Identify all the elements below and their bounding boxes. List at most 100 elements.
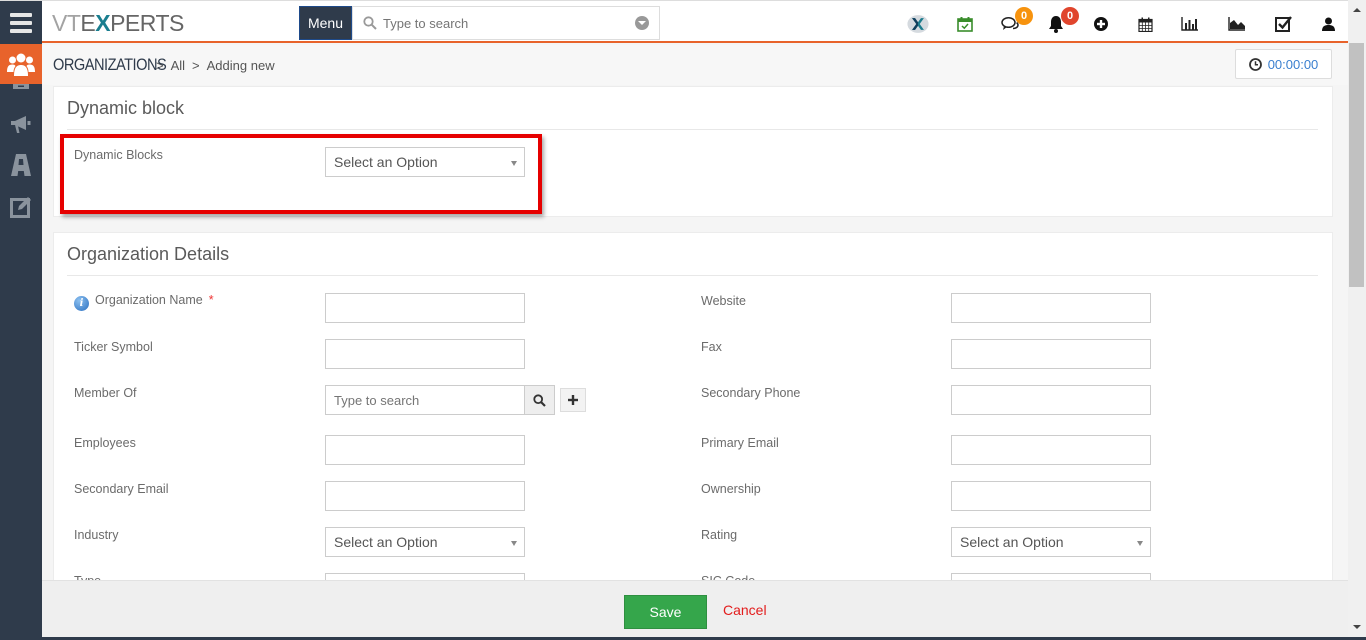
global-search-input[interactable] [383,15,635,31]
member-of-input[interactable] [325,385,525,415]
industry-select-value: Select an Option [334,534,438,550]
plus-circle-icon[interactable] [1090,13,1112,35]
website-label: Website [701,294,746,308]
search-icon [533,393,546,407]
inbox-icon [13,84,29,89]
sidebar-item-documents[interactable] [0,187,42,227]
calendar-check-icon[interactable] [954,13,976,35]
search-options-dropdown-icon[interactable] [635,16,649,30]
organization-name-label: i Organization Name * [74,293,214,311]
dynamic-block-panel: Dynamic block Dynamic Blocks Select an O… [53,86,1333,217]
primary-email-label: Primary Email [701,436,779,450]
secondary-email-label: Secondary Email [74,482,169,496]
user-icon[interactable] [1317,13,1339,35]
ownership-input[interactable] [951,481,1151,511]
chat-icon[interactable]: 0 [999,7,1033,35]
member-of-search-button[interactable] [524,385,555,415]
dynamic-block-title: Dynamic block [67,98,185,118]
organization-name-label-text: Organization Name [95,293,203,307]
breadcrumb-module-link[interactable]: ORGANIZATIONS [53,55,167,75]
cancel-link[interactable]: Cancel [723,602,767,618]
hamburger-icon-bar [10,12,32,17]
required-marker: * [208,293,214,307]
form-footer: Save Cancel [42,580,1348,640]
chat-count-badge: 0 [1015,7,1033,25]
area-chart-icon[interactable] [1226,13,1248,35]
logo-text-part: E [80,10,96,36]
sidebar-item-campaigns[interactable] [0,104,42,144]
save-button[interactable]: Save [624,595,707,629]
breadcrumb: ORGANIZATIONS > All > Adding new [53,55,275,75]
global-search-box[interactable] [352,6,660,40]
organization-name-input[interactable] [325,293,525,323]
industry-select[interactable]: Select an Option [325,527,525,557]
dynamic-blocks-select-value: Select an Option [334,154,438,170]
employees-input[interactable] [325,435,525,465]
timer-value: 00:00:00 [1267,56,1319,72]
rating-label: Rating [701,528,738,542]
ticker-symbol-label: Ticker Symbol [74,340,153,354]
scrollbar-thumb[interactable] [1349,43,1364,287]
secondary-phone-label: Secondary Phone [701,386,801,400]
checkbox-icon[interactable] [1273,13,1295,35]
vtexperts-x-icon[interactable] [907,13,929,35]
member-of-label: Member Of [74,386,137,400]
organization-details-title: Organization Details [67,244,230,264]
road-icon [11,154,31,176]
users-icon [7,53,35,76]
plus-icon [568,395,578,405]
fax-input[interactable] [951,339,1151,369]
logo-text-part: PERTS [110,10,184,36]
timer-button[interactable]: 00:00:00 [1235,49,1332,79]
hamburger-menu-button[interactable] [0,1,42,44]
dynamic-blocks-label: Dynamic Blocks [74,148,163,162]
edit-icon [10,197,31,218]
rating-select-value: Select an Option [960,534,1064,550]
megaphone-icon [11,116,31,133]
dropdown-arrow-icon [511,541,517,546]
info-icon[interactable]: i [74,296,89,311]
logo-text-part: VT [52,10,81,36]
member-of-add-button[interactable] [560,388,586,412]
ticker-symbol-input[interactable] [325,339,525,369]
breadcrumb-current: Adding new [206,57,275,73]
sidebar-item-inbox[interactable] [0,84,42,92]
bell-icon[interactable]: 0 [1045,7,1079,35]
type-select[interactable] [325,573,525,580]
breadcrumb-bar: ORGANIZATIONS > All > Adding new 00:00:0… [42,45,1348,85]
breadcrumb-list-link[interactable]: All [171,58,185,73]
panel-divider [67,275,1318,276]
rating-select[interactable]: Select an Option [951,527,1151,557]
dropdown-arrow-icon [511,161,517,166]
logo-x-mark: X [95,10,111,36]
secondary-phone-input[interactable] [951,385,1151,415]
dropdown-arrow-icon [1137,541,1143,546]
scroll-up-arrow-icon[interactable] [1353,8,1361,12]
notification-count-badge: 0 [1061,7,1079,25]
hamburger-icon-bar [10,28,32,33]
panel-divider [67,129,1318,130]
top-navbar: VTEXPERTS Menu 0 0 [0,0,1348,44]
fax-label: Fax [701,340,722,354]
breadcrumb-separator: > [192,57,200,73]
app-menu-button[interactable]: Menu [299,6,352,40]
bar-chart-icon[interactable] [1179,13,1201,35]
vtexperts-logo[interactable]: VTEXPERTS [52,10,184,37]
industry-label: Industry [74,528,119,542]
sidebar-item-trips[interactable] [0,145,42,185]
clock-icon [1248,57,1262,71]
hamburger-icon-bar [10,20,32,25]
calendar-icon[interactable] [1134,13,1156,35]
primary-email-input[interactable] [951,435,1151,465]
sic-code-input[interactable] [951,573,1151,580]
left-sidebar [0,44,42,640]
dynamic-blocks-select[interactable]: Select an Option [325,147,525,177]
secondary-email-input[interactable] [325,481,525,511]
ownership-label: Ownership [701,482,761,496]
website-input[interactable] [951,293,1151,323]
employees-label: Employees [74,436,136,450]
search-icon [363,16,377,30]
sidebar-item-organizations[interactable] [0,44,42,84]
page-scrollbar[interactable] [1348,0,1366,640]
scroll-down-arrow-icon[interactable] [1353,625,1361,629]
